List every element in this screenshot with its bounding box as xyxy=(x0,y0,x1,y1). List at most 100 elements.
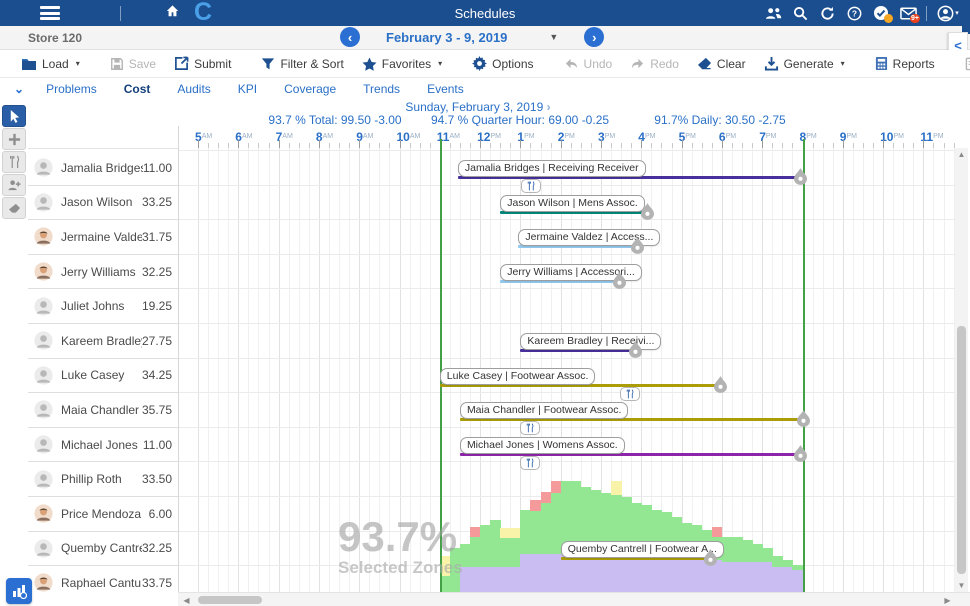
vertical-scroll-thumb[interactable] xyxy=(957,326,966,574)
shift-end-pin-icon[interactable] xyxy=(797,410,810,432)
help-icon[interactable]: ? xyxy=(845,4,863,22)
employee-hours: 6.00 xyxy=(149,507,172,521)
meal-break-icon[interactable] xyxy=(521,179,541,193)
meal-break-tool[interactable] xyxy=(2,151,26,173)
favorites-button[interactable]: Favorites▾ xyxy=(362,57,442,71)
employee-row[interactable]: Jason Wilson33.25 xyxy=(28,186,178,221)
redo-button[interactable]: Redo xyxy=(630,57,679,71)
load-button[interactable]: Load▾ xyxy=(21,57,80,71)
date-range-label[interactable]: February 3 - 9, 2019 xyxy=(386,30,507,45)
submit-button[interactable]: Submit xyxy=(174,56,231,71)
next-week-button[interactable]: › xyxy=(584,27,604,47)
coverage-bar-segment xyxy=(500,538,511,567)
vertical-scrollbar[interactable]: ▲ ▼ xyxy=(955,148,968,592)
horizontal-scroll-thumb[interactable] xyxy=(198,596,262,604)
employee-row[interactable]: Michael Jones11.00 xyxy=(28,428,178,463)
coverage-bar-segment xyxy=(510,528,521,538)
employee-row[interactable]: Phillip Roth33.50 xyxy=(28,462,178,497)
shift-label[interactable]: Maia Chandler | Footwear Assoc. xyxy=(460,402,628,419)
shift-label[interactable]: Quemby Cantrell | Footwear A... xyxy=(561,541,724,558)
add-shift-tool[interactable] xyxy=(2,128,26,150)
team-icon[interactable] xyxy=(764,4,782,22)
caret-down-icon: ▾ xyxy=(76,59,80,68)
tab-kpi[interactable]: KPI xyxy=(238,82,257,96)
employee-row[interactable]: Kareem Bradley27.75 xyxy=(28,324,178,359)
tab-problems[interactable]: Problems xyxy=(46,82,97,96)
row-separator xyxy=(178,150,955,151)
add-employee-tool[interactable] xyxy=(2,174,26,196)
scroll-down-icon[interactable]: ▼ xyxy=(955,581,968,590)
shift-end-pin-icon[interactable] xyxy=(794,168,807,190)
coverage-bar-segment xyxy=(530,500,541,511)
messages-icon[interactable]: 9+ xyxy=(899,4,917,22)
search-icon[interactable] xyxy=(791,4,809,22)
employee-hours: 11.00 xyxy=(143,438,172,452)
shift-end-pin-icon[interactable] xyxy=(641,203,654,225)
employee-row[interactable]: Jamalia Bridges11.00 xyxy=(28,151,178,186)
gridline xyxy=(863,148,864,592)
axis-tick xyxy=(319,140,320,148)
collapse-tabs-icon[interactable]: ⌄ xyxy=(14,82,24,96)
employee-row[interactable]: Quemby Cantrell32.25 xyxy=(28,532,178,567)
refresh-icon[interactable] xyxy=(818,4,836,22)
date-caret-icon[interactable]: ▼ xyxy=(549,32,558,42)
employee-row[interactable]: Price Mendoza6.00 xyxy=(28,497,178,532)
reports-button[interactable]: Reports xyxy=(875,56,935,71)
tasks-icon[interactable] xyxy=(872,4,890,22)
recalculate-button[interactable]: Recalculate xyxy=(965,56,970,71)
prev-week-button[interactable]: ‹ xyxy=(340,27,360,47)
erase-shift-tool[interactable] xyxy=(2,197,26,219)
tab-trends[interactable]: Trends xyxy=(363,82,400,96)
toolbar-label: Redo xyxy=(650,57,679,71)
profile-icon[interactable]: ▾ xyxy=(936,4,960,22)
row-separator xyxy=(178,254,955,255)
options-button[interactable]: Options xyxy=(472,56,533,71)
scroll-up-icon[interactable]: ▲ xyxy=(955,150,968,159)
meal-break-icon[interactable] xyxy=(520,456,540,470)
coverage-bar-segment xyxy=(611,558,622,592)
generate-button[interactable]: Generate▾ xyxy=(764,56,845,71)
employee-row[interactable]: Maia Chandler35.75 xyxy=(28,393,178,428)
day-chevron-icon[interactable]: › xyxy=(547,100,551,114)
tab-cost[interactable]: Cost xyxy=(124,82,151,96)
employee-row[interactable]: Raphael Cantu33.75 xyxy=(28,566,178,592)
shift-end-pin-icon[interactable] xyxy=(704,549,717,571)
tab-coverage[interactable]: Coverage xyxy=(284,82,336,96)
meal-break-icon[interactable] xyxy=(520,421,540,435)
shift-label[interactable]: Jason Wilson | Mens Assoc. xyxy=(500,195,645,212)
employee-row[interactable]: Jerry Williams32.25 xyxy=(28,255,178,290)
day-header[interactable]: Sunday, February 3, 2019 › xyxy=(178,100,778,114)
coverage-bar-segment xyxy=(541,503,552,554)
gridline xyxy=(843,148,844,592)
shift-end-pin-icon[interactable] xyxy=(794,445,807,467)
shift-end-pin-icon[interactable] xyxy=(714,376,727,398)
employee-row[interactable]: Jermaine Valdez31.75 xyxy=(28,220,178,255)
save-button[interactable]: Save xyxy=(110,57,156,71)
undo-button[interactable]: Undo xyxy=(564,57,613,71)
shift-label[interactable]: Michael Jones | Womens Assoc. xyxy=(460,437,625,454)
scroll-left-icon[interactable]: ◀ xyxy=(180,596,193,605)
shift-label[interactable]: Jamalia Bridges | Receiving Receiver xyxy=(458,160,646,177)
meal-break-icon[interactable] xyxy=(620,387,640,401)
coverage-chart-settings-button[interactable] xyxy=(6,578,32,604)
clear-button[interactable]: Clear xyxy=(697,57,746,71)
gridline xyxy=(742,148,743,592)
scroll-right-icon[interactable]: ▶ xyxy=(941,596,954,605)
shift-end-pin-icon[interactable] xyxy=(631,237,644,259)
axis-tick xyxy=(641,140,642,148)
employee-row[interactable]: Luke Casey34.25 xyxy=(28,359,178,394)
horizontal-scrollbar[interactable]: ◀ ▶ xyxy=(178,592,970,606)
filter-sort-button[interactable]: Filter & Sort xyxy=(261,57,343,71)
tab-audits[interactable]: Audits xyxy=(177,82,210,96)
store-label: Store 120 xyxy=(28,31,82,45)
shift-end-pin-icon[interactable] xyxy=(629,341,642,363)
pointer-tool[interactable] xyxy=(2,105,26,127)
employee-row[interactable]: Juliet Johns19.25 xyxy=(28,289,178,324)
shift-label[interactable]: Luke Casey | Footwear Assoc. xyxy=(440,368,596,385)
gridline xyxy=(379,148,380,592)
coverage-bar-segment xyxy=(641,560,652,592)
axis-tick xyxy=(682,140,683,148)
shift-end-pin-icon[interactable] xyxy=(613,272,626,294)
tab-events[interactable]: Events xyxy=(427,82,464,96)
coverage-bar-segment xyxy=(732,537,743,562)
